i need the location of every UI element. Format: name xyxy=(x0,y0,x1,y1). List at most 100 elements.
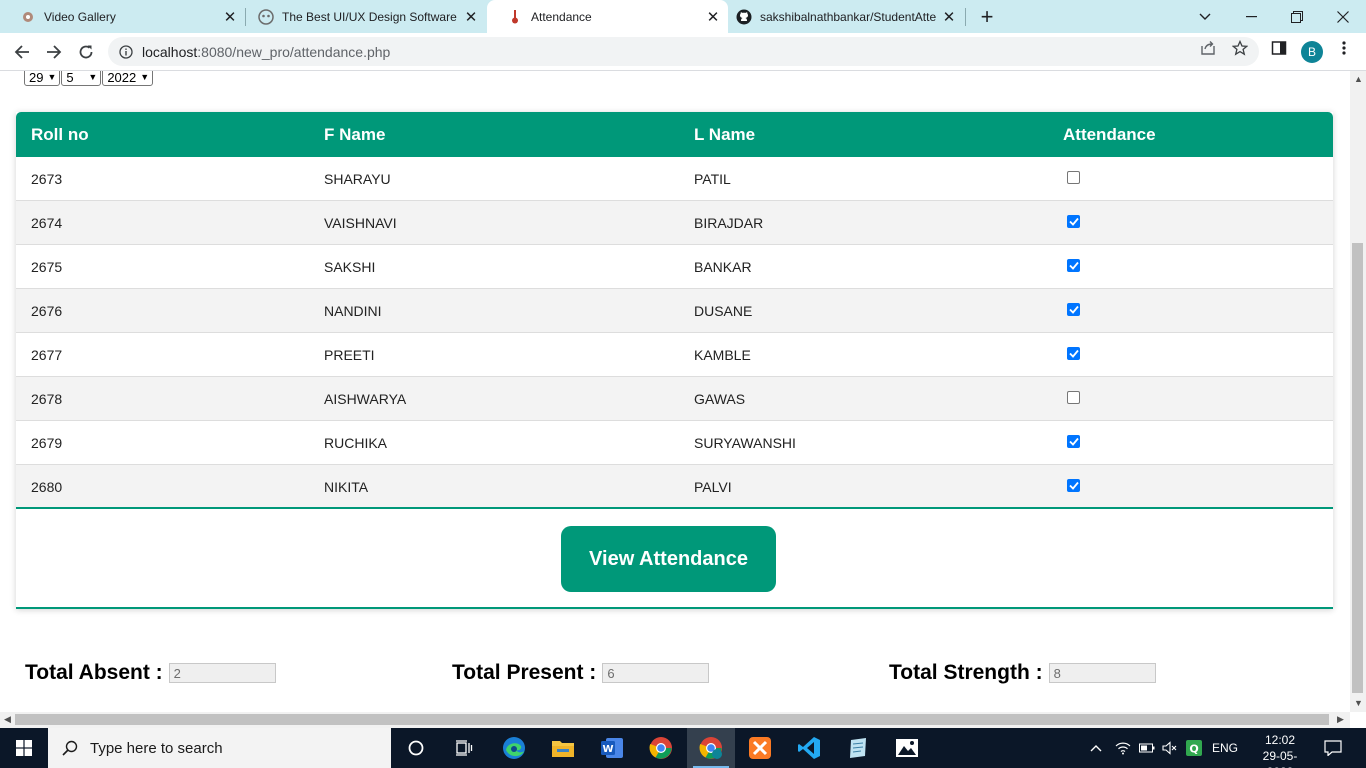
uiux-favicon-icon xyxy=(258,8,274,25)
total-present-field[interactable]: 6 xyxy=(602,663,710,683)
month-select[interactable]: 5 ▼ xyxy=(61,71,102,86)
vertical-scroll-thumb[interactable] xyxy=(1352,243,1363,693)
chrome-profile-icon[interactable] xyxy=(687,728,735,768)
qlik-q-icon[interactable]: Q xyxy=(1186,728,1202,768)
table-row: 2680 NIKITA PALVI xyxy=(16,465,1333,509)
browser-tab-strip: Video Gallery ✕ The Best UI/UX Design So… xyxy=(0,0,1366,33)
volume-muted-icon[interactable] xyxy=(1162,728,1178,768)
new-tab-button[interactable]: + xyxy=(975,4,999,29)
total-absent-field[interactable]: 2 xyxy=(168,663,276,683)
view-attendance-button[interactable]: View Attendance xyxy=(561,526,776,592)
cortana-icon[interactable] xyxy=(392,728,440,768)
language-indicator[interactable]: ENG xyxy=(1212,728,1238,768)
windows-taskbar: Type here to search W Q ENG 12:02 29-05- xyxy=(0,728,1366,768)
table-row: 2679 RUCHIKA SURYAWANSHI xyxy=(16,421,1333,465)
horizontal-scroll-thumb[interactable] xyxy=(15,714,1329,725)
total-strength-label: Total Strength : xyxy=(889,661,1043,684)
header-attendance: Attendance xyxy=(1063,125,1156,144)
cell-first-name: NIKITA xyxy=(324,479,369,495)
attendance-checkbox[interactable] xyxy=(1067,435,1080,448)
chevron-down-icon: ▼ xyxy=(47,72,57,82)
reload-icon[interactable] xyxy=(71,37,101,67)
attendance-checkbox[interactable] xyxy=(1067,215,1080,228)
notepad-icon[interactable] xyxy=(834,728,882,768)
battery-icon[interactable] xyxy=(1139,728,1155,768)
scroll-up-arrow-icon[interactable]: ▲ xyxy=(1354,74,1363,84)
wifi-icon[interactable] xyxy=(1115,728,1131,768)
total-present-label: Total Present : xyxy=(452,661,597,684)
attendance-card: Roll no F Name L Name Attendance 2673 SHA… xyxy=(16,112,1333,609)
forward-arrow-icon[interactable] xyxy=(39,37,69,67)
search-placeholder: Type here to search xyxy=(90,739,223,757)
minimize-window-button[interactable] xyxy=(1228,0,1274,33)
photos-icon[interactable] xyxy=(883,728,931,768)
cell-last-name: BANKAR xyxy=(694,259,752,275)
edge-browser-icon[interactable] xyxy=(490,728,538,768)
more-menu-icon[interactable] xyxy=(1335,39,1353,57)
restore-window-button[interactable] xyxy=(1274,0,1320,33)
address-bar[interactable]: localhost:8080/new_pro/attendance.php xyxy=(108,37,1259,66)
cell-first-name: PREETI xyxy=(324,347,375,363)
vscode-icon[interactable] xyxy=(785,728,833,768)
chevron-down-icon: ▼ xyxy=(88,72,98,82)
tab-uiux-software[interactable]: The Best UI/UX Design Software ✕ xyxy=(238,0,486,33)
total-absent-label: Total Absent : xyxy=(25,661,163,684)
table-row: 2677 PREETI KAMBLE xyxy=(16,333,1333,377)
show-hidden-icons-chevron-icon[interactable] xyxy=(1090,728,1102,768)
close-tab-icon[interactable]: ✕ xyxy=(938,6,960,28)
notification-center-icon[interactable] xyxy=(1324,728,1342,768)
scroll-left-arrow-icon[interactable]: ◀ xyxy=(4,714,11,725)
site-info-icon[interactable] xyxy=(118,44,134,60)
close-tab-icon[interactable]: ✕ xyxy=(460,6,482,28)
svg-text:W: W xyxy=(602,744,613,755)
tab-attendance[interactable]: Attendance ✕ xyxy=(487,0,728,33)
header-first-name: F Name xyxy=(324,125,386,144)
tab-github[interactable]: sakshibalnathbankar/StudentAtte ✕ xyxy=(716,0,964,33)
total-strength-field[interactable]: 8 xyxy=(1048,663,1156,683)
chevron-down-icon: ▼ xyxy=(140,72,150,82)
month-value: 5 xyxy=(66,71,74,85)
profile-avatar[interactable]: B xyxy=(1301,41,1323,63)
file-explorer-icon[interactable] xyxy=(539,728,587,768)
attendance-checkbox[interactable] xyxy=(1067,259,1080,272)
attendance-checkbox[interactable] xyxy=(1067,303,1080,316)
attendance-checkbox[interactable] xyxy=(1067,347,1080,360)
attendance-favicon-icon xyxy=(507,9,523,25)
total-present: Total Present : 6 xyxy=(452,661,710,685)
back-arrow-icon[interactable] xyxy=(7,37,37,67)
year-select[interactable]: 2022 ▼ xyxy=(102,71,154,86)
scroll-right-arrow-icon[interactable]: ▶ xyxy=(1337,714,1344,725)
attendance-checkbox[interactable] xyxy=(1067,391,1080,404)
cell-first-name: VAISHNAVI xyxy=(324,215,397,231)
system-clock[interactable]: 12:02 29-05-2022 xyxy=(1252,732,1308,768)
tab-title: Video Gallery xyxy=(44,9,116,24)
day-select[interactable]: 29 ▼ xyxy=(24,71,61,86)
bookmark-star-icon[interactable] xyxy=(1231,39,1249,57)
task-view-icon[interactable] xyxy=(440,728,488,768)
cell-first-name: AISHWARYA xyxy=(324,391,407,407)
table-row: 2678 AISHWARYA GAWAS xyxy=(16,377,1333,421)
attendance-checkbox[interactable] xyxy=(1067,171,1080,184)
clock-date: 29-05-2022 xyxy=(1262,749,1298,768)
scroll-down-arrow-icon[interactable]: ▼ xyxy=(1354,698,1363,708)
word-icon[interactable]: W xyxy=(588,728,636,768)
cell-first-name: NANDINI xyxy=(324,303,382,319)
date-filter: 29 ▼ 5 ▼ 2022 ▼ xyxy=(24,71,154,86)
table-row: 2675 SAKSHI BANKAR xyxy=(16,245,1333,289)
share-icon[interactable] xyxy=(1199,39,1217,57)
header-last-name: L Name xyxy=(694,125,756,144)
windows-start-icon[interactable] xyxy=(0,728,48,768)
taskbar-search-box[interactable]: Type here to search xyxy=(48,728,391,768)
chrome-icon[interactable] xyxy=(637,728,685,768)
side-panel-icon[interactable] xyxy=(1270,39,1288,57)
close-window-button[interactable] xyxy=(1320,0,1366,33)
card-bottom-border xyxy=(16,607,1333,609)
svg-text:Q: Q xyxy=(1189,743,1198,756)
xampp-icon[interactable] xyxy=(736,728,784,768)
attendance-checkbox[interactable] xyxy=(1067,479,1080,492)
tab-divider xyxy=(965,8,966,26)
tab-video-gallery[interactable]: Video Gallery ✕ xyxy=(0,0,245,33)
page-viewport: 29 ▼ 5 ▼ 2022 ▼ Roll no F Name L Name Atten… xyxy=(0,71,1350,712)
cell-last-name: SURYAWANSHI xyxy=(694,435,796,451)
tab-search-chevron-icon[interactable] xyxy=(1182,0,1228,33)
